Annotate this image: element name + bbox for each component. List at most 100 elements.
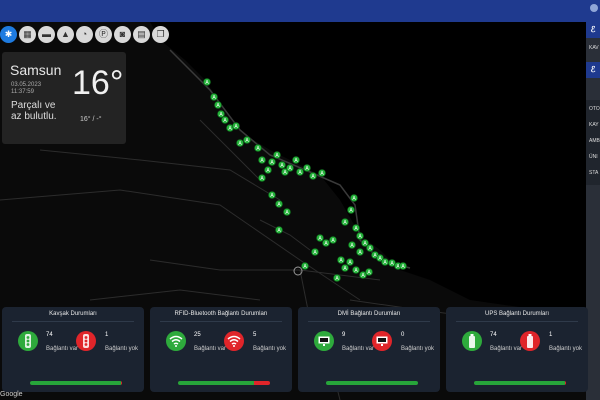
progress-remaining	[565, 381, 566, 385]
junction-marker[interactable]: A	[348, 241, 356, 249]
connected-count: 74	[490, 332, 497, 338]
disconnected-label: Bağlantı yok	[401, 346, 435, 352]
junction-marker[interactable]: A	[210, 93, 218, 101]
top-header-bar	[0, 0, 600, 22]
connection-progress-bar	[178, 381, 270, 385]
rfid-bluetooth-status-card: RFID-Bluetooth Bağlantı Durumları 25 Bağ…	[150, 307, 292, 392]
junction-marker[interactable]: A	[203, 78, 211, 86]
junction-marker[interactable]: A	[352, 224, 360, 232]
progress-remaining	[254, 381, 270, 385]
junction-marker[interactable]: A	[254, 144, 262, 152]
junction-marker[interactable]: A	[322, 239, 330, 247]
parking-icon[interactable]: Ⓟ	[95, 26, 112, 43]
junction-marker[interactable]: A	[365, 268, 373, 276]
document-copy-icon[interactable]: ❐	[152, 26, 169, 43]
junction-marker[interactable]: A	[275, 200, 283, 208]
junction-marker[interactable]: A	[329, 236, 337, 244]
car-icon[interactable]: ▬	[38, 26, 55, 43]
junction-marker[interactable]: A	[301, 262, 309, 270]
progress-fill	[326, 381, 418, 385]
weather-temperature: 16°	[72, 64, 124, 102]
window-icon[interactable]: ▦	[19, 26, 36, 43]
junction-marker[interactable]: A	[275, 226, 283, 234]
disconnected-count: 1	[549, 332, 553, 338]
junction-status-card: Kavşak Durumları 74 Bağlantı var 1 Bağla…	[2, 307, 144, 392]
junction-marker[interactable]: A	[264, 166, 272, 174]
connected-count: 25	[194, 332, 201, 338]
panel-item-3[interactable]: AMB	[589, 138, 600, 144]
weather-date: 03.05.2023 11:37:59	[11, 82, 41, 96]
junction-marker[interactable]: A	[268, 191, 276, 199]
junction-marker[interactable]: A	[221, 116, 229, 124]
traffic-light-icon	[18, 331, 38, 351]
junction-marker[interactable]: A	[268, 158, 276, 166]
junction-marker[interactable]: A	[236, 139, 244, 147]
junction-marker[interactable]: A	[258, 174, 266, 182]
map-attribution: Google	[0, 391, 23, 398]
weather-time-text: 11:37:59	[11, 89, 34, 95]
junction-marker[interactable]: A	[232, 122, 240, 130]
user-avatar-icon[interactable]	[590, 4, 598, 12]
card-title: RFID-Bluetooth Bağlantı Durumları	[174, 311, 268, 317]
panel-item-5[interactable]: STA	[589, 170, 598, 176]
junction-marker[interactable]: A	[381, 258, 389, 266]
weather-minmax: 16° / -°	[80, 116, 102, 123]
junction-marker[interactable]: A	[214, 101, 222, 109]
panel-item-1[interactable]: OTO	[589, 106, 600, 112]
progress-remaining	[121, 381, 122, 385]
disconnected-label: Bağlantı yok	[549, 346, 583, 352]
junction-marker[interactable]: A	[273, 151, 281, 159]
panel-item-2[interactable]: KAY	[589, 122, 599, 128]
panel-list: OTO KAY AMB ÜNI STA	[586, 100, 600, 185]
card-title: UPS Bağlantı Durumları	[484, 311, 550, 317]
panel-item-0[interactable]: KAV	[589, 45, 599, 51]
junction-marker[interactable]: A	[352, 266, 360, 274]
junction-marker[interactable]: A	[318, 169, 326, 177]
battery-icon	[462, 331, 482, 351]
bell-icon[interactable]: ◔	[76, 26, 93, 43]
junction-marker[interactable]: A	[278, 161, 286, 169]
camera-icon[interactable]: ◙	[114, 26, 131, 43]
junction-marker[interactable]: A	[337, 256, 345, 264]
junction-marker[interactable]: A	[316, 234, 324, 242]
location-ring	[293, 266, 303, 276]
junction-marker[interactable]: A	[303, 164, 311, 172]
connection-progress-bar	[474, 381, 566, 385]
junction-marker[interactable]: A	[350, 194, 358, 202]
traffic-light-icon	[76, 331, 96, 351]
card-divider	[160, 321, 282, 322]
disconnected-label: Bağlantı yok	[105, 346, 139, 352]
junction-marker[interactable]: A	[283, 208, 291, 216]
connection-progress-bar	[30, 381, 122, 385]
disconnected-count: 1	[105, 332, 109, 338]
progress-fill	[474, 381, 566, 385]
junction-marker[interactable]: A	[258, 156, 266, 164]
road-cone-icon[interactable]: ▲	[57, 26, 74, 43]
bluetooth-icon[interactable]: ✱	[0, 26, 17, 43]
card-title: DMİ Bağlantı Durumları	[337, 311, 401, 317]
junction-marker[interactable]: A	[296, 168, 304, 176]
document-icon[interactable]: ▤	[133, 26, 150, 43]
weather-city: Samsun	[10, 62, 62, 78]
junction-marker[interactable]: A	[286, 164, 294, 172]
junction-marker[interactable]: A	[356, 248, 364, 256]
junction-marker[interactable]: A	[346, 258, 354, 266]
junction-marker[interactable]: A	[292, 156, 300, 164]
junction-marker[interactable]: A	[366, 244, 374, 252]
disconnected-label: Bağlantı yok	[253, 346, 287, 352]
wifi-icon	[224, 331, 244, 351]
wifi-icon	[166, 331, 186, 351]
junction-marker[interactable]: A	[399, 262, 407, 270]
panel-item-4[interactable]: ÜNI	[589, 154, 598, 160]
junction-marker[interactable]: A	[309, 172, 317, 180]
right-side-panel: ℰ KAV ℰ OTO KAY AMB ÜNI STA	[586, 22, 600, 400]
junction-marker[interactable]: A	[243, 136, 251, 144]
card-divider	[308, 321, 430, 322]
junction-marker[interactable]: A	[356, 232, 364, 240]
junction-marker[interactable]: A	[311, 248, 319, 256]
card-divider	[456, 321, 578, 322]
junction-marker[interactable]: A	[347, 206, 355, 214]
junction-marker[interactable]: A	[341, 218, 349, 226]
disconnected-count: 0	[401, 332, 405, 338]
junction-marker[interactable]: A	[333, 274, 341, 282]
